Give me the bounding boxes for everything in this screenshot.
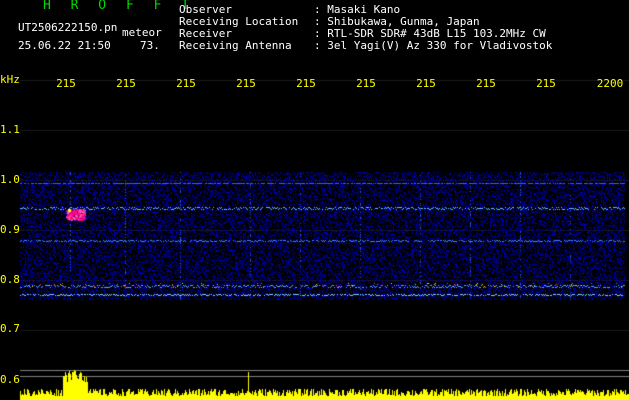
x-tick-label: 215	[536, 77, 556, 90]
date-time: 25.06.22 21:50	[18, 39, 111, 52]
y-tick-label: 0.7	[0, 322, 20, 335]
app-title: H R O F F T	[43, 0, 196, 13]
x-tick-label: 215	[296, 77, 316, 90]
info-key-antenna: Receiving Antenna	[179, 39, 292, 52]
file-name: UT2506222150.pn	[18, 21, 118, 34]
x-tick-label: 215	[356, 77, 376, 90]
x-tick-label: 215	[56, 77, 76, 90]
y-tick-label: 1.1	[0, 123, 20, 136]
meteor-label: meteor	[122, 26, 162, 39]
x-tick-label: 2200	[596, 77, 624, 90]
info-value-antenna: : 3el Yagi(V) Az 330 for Vladivostok	[314, 39, 553, 52]
spectrogram-canvas	[0, 0, 629, 400]
y-tick-label: 1.0	[0, 173, 20, 186]
x-tick-label: 215	[416, 77, 436, 90]
y-tick-label: 0.9	[0, 223, 20, 236]
x-tick-label: 215	[236, 77, 256, 90]
x-tick-label: 215	[476, 77, 496, 90]
meteor-count: 73.	[140, 39, 160, 52]
y-tick-label: 0.8	[0, 273, 20, 286]
x-tick-label: 215	[116, 77, 136, 90]
x-tick-label: 215	[176, 77, 196, 90]
y-tick-label: 0.6	[0, 373, 20, 386]
axis-unit-label: kHz	[0, 73, 20, 86]
